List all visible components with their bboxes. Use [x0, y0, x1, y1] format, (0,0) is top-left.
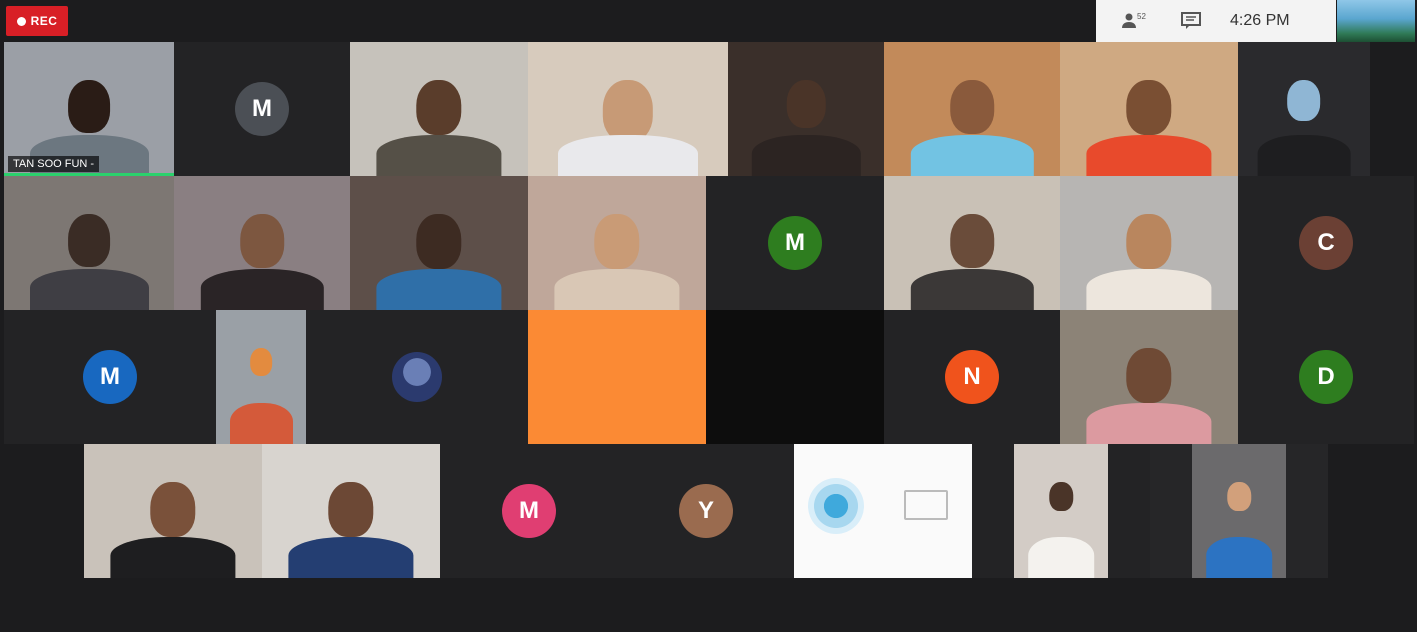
wifi-icon — [808, 478, 864, 534]
avatar: C — [1299, 216, 1353, 270]
participant-tile[interactable] — [1060, 42, 1238, 176]
participant-video — [1257, 62, 1351, 176]
record-dot-icon — [16, 16, 26, 26]
taskbar-tray: 52 4:26 PM — [1096, 0, 1336, 42]
participant-tile[interactable] — [84, 444, 262, 578]
participant-tile[interactable] — [350, 176, 528, 310]
avatar: Y — [679, 484, 733, 538]
participant-video — [558, 62, 698, 176]
participant-video — [751, 62, 861, 176]
participant-tile[interactable]: M — [4, 310, 216, 444]
recording-indicator[interactable]: REC — [6, 6, 68, 36]
participant-tile[interactable] — [884, 42, 1060, 176]
participant-video — [288, 464, 414, 578]
avatar: M — [235, 82, 289, 136]
participant-tile[interactable] — [216, 310, 306, 444]
participant-tile[interactable] — [728, 42, 884, 176]
participant-video — [1086, 196, 1212, 310]
chat-icon[interactable] — [1174, 9, 1208, 33]
participant-tile[interactable] — [174, 176, 350, 310]
recording-label: REC — [30, 14, 58, 28]
avatar: D — [1299, 350, 1353, 404]
participant-tile-tan-soo-fun[interactable]: TAN SOO FUN - — [4, 42, 174, 176]
participant-video — [910, 196, 1034, 310]
participant-tile[interactable] — [528, 310, 706, 444]
participant-tile[interactable]: C — [1238, 176, 1414, 310]
participant-tile[interactable] — [972, 444, 1150, 578]
participant-tile[interactable] — [1238, 42, 1370, 176]
participant-video — [200, 196, 324, 310]
participant-video — [110, 464, 236, 578]
laptop-icon — [904, 490, 948, 520]
participant-tile[interactable] — [262, 444, 440, 578]
clock: 4:26 PM — [1230, 12, 1290, 29]
participant-tile[interactable]: Y — [618, 444, 794, 578]
participant-count: 52 — [1137, 12, 1146, 21]
participant-video — [1192, 444, 1286, 578]
participant-video — [554, 196, 680, 310]
participant-video — [910, 62, 1034, 176]
participant-tile[interactable]: M — [174, 42, 350, 176]
avatar: M — [83, 350, 137, 404]
participant-tile[interactable] — [1060, 310, 1238, 444]
participant-tile[interactable] — [884, 176, 1060, 310]
avatar-photo — [392, 352, 442, 402]
participant-tile[interactable]: D — [1238, 310, 1414, 444]
participant-tile[interactable] — [1060, 176, 1238, 310]
participant-tile[interactable] — [706, 310, 884, 444]
participant-name: TAN SOO FUN - — [8, 156, 100, 172]
avatar: M — [768, 216, 822, 270]
participant-video — [376, 62, 502, 176]
participant-video — [1086, 62, 1212, 176]
participants-icon[interactable]: 52 — [1118, 9, 1152, 33]
participant-video — [1014, 444, 1108, 578]
participant-tile[interactable] — [1150, 444, 1328, 578]
participant-tile[interactable]: M — [706, 176, 884, 310]
participant-video — [229, 330, 293, 444]
participant-tile-shared-screen[interactable] — [794, 444, 972, 578]
participant-tile[interactable] — [528, 176, 706, 310]
avatar: N — [945, 350, 999, 404]
participant-tile[interactable] — [528, 42, 728, 176]
video-grid: TAN SOO FUN - M M C M N D M Y — [0, 0, 1417, 632]
participant-video — [376, 196, 502, 310]
participant-tile[interactable] — [306, 310, 528, 444]
participant-tile[interactable] — [4, 176, 174, 310]
wallpaper-thumbnail[interactable] — [1337, 0, 1415, 42]
participant-tile[interactable] — [350, 42, 528, 176]
participant-video — [29, 196, 149, 310]
avatar: M — [502, 484, 556, 538]
participant-tile[interactable]: N — [884, 310, 1060, 444]
participant-video — [1086, 330, 1212, 444]
participant-tile[interactable]: M — [440, 444, 618, 578]
